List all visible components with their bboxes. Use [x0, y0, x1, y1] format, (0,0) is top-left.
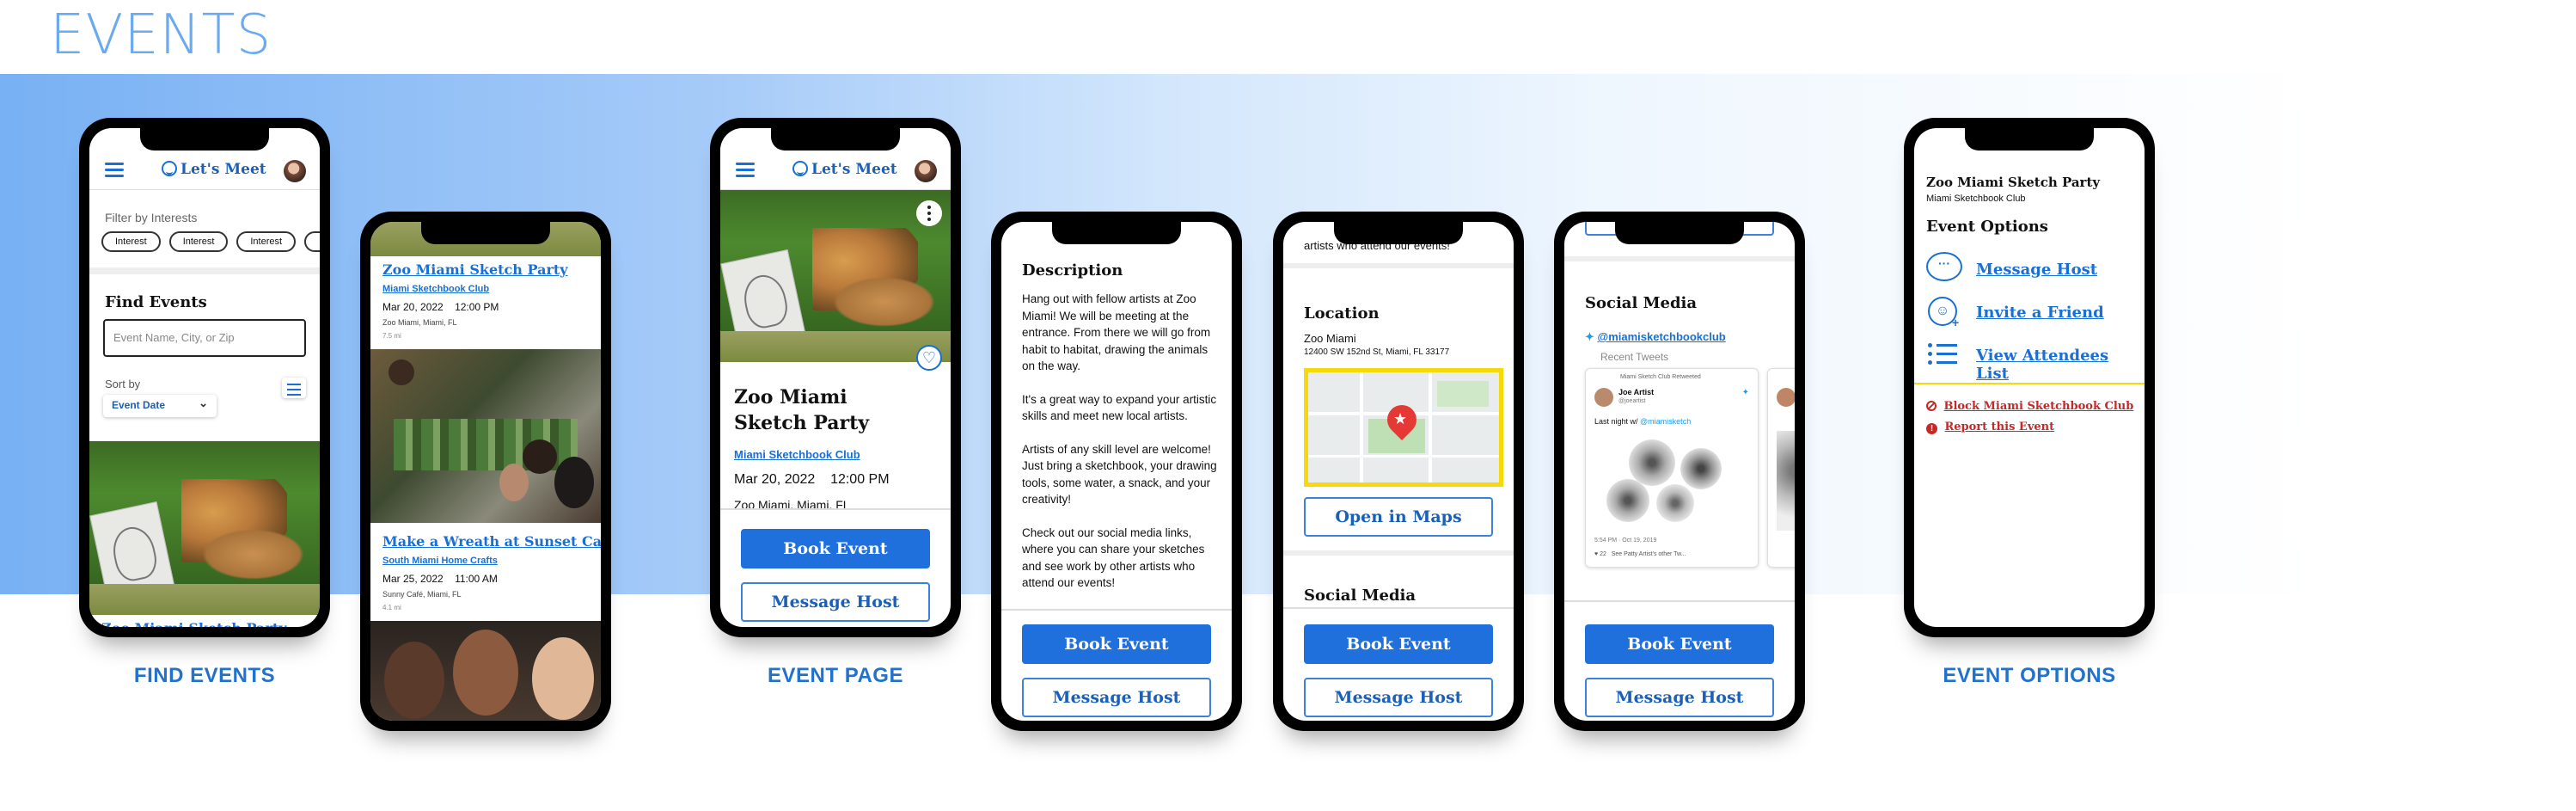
tweet-image-orchid	[1594, 431, 1749, 531]
book-event-button[interactable]: Book Event	[1585, 624, 1774, 664]
event-card-datetime: Mar 25, 2022 11:00 AM	[382, 573, 498, 585]
open-in-maps-button[interactable]: Open in Maps	[1304, 497, 1493, 537]
event-card-host[interactable]: South Miami Home Crafts	[382, 556, 498, 566]
interest-chip[interactable]: Interest	[236, 231, 297, 252]
social-media-heading: Social Media	[1585, 294, 1698, 312]
recent-tweets-label: Recent Tweets	[1600, 351, 1669, 363]
caption-find-events: FIND EVENTS	[133, 664, 276, 687]
message-host-button[interactable]: Message Host	[1585, 678, 1774, 717]
find-events-heading: Find Events	[105, 293, 207, 311]
phone-social-media: Social Media ✦ @miamisketchbookclub Rece…	[1554, 212, 1805, 731]
interest-chip[interactable]: Interest	[101, 231, 161, 252]
event-title: Zoo Miami Sketch Party	[734, 386, 870, 434]
event-datetime: Mar 20, 2022 12:00 PM	[734, 472, 890, 487]
list-icon	[1928, 343, 1957, 367]
options-event-title: Zoo Miami Sketch Party	[1926, 175, 2101, 190]
social-media-heading-cut: Social Media	[1304, 587, 1416, 602]
message-host-button[interactable]: Message Host	[741, 582, 930, 622]
options-host: Miami Sketchbook Club	[1926, 194, 2026, 204]
event-card-title[interactable]: Zoo Miami Sketch Party	[382, 261, 568, 278]
chat-bubble-icon: ···	[1926, 252, 1962, 281]
avatar	[1594, 388, 1613, 407]
phone-find-events: Let's Meet Filter by Interests Interest …	[79, 118, 330, 637]
page-title: EVENTS	[50, 3, 272, 67]
location-name: Zoo Miami	[1304, 332, 1356, 345]
event-image-wreath[interactable]	[370, 349, 601, 523]
interest-chip-partial[interactable]	[304, 231, 320, 252]
smile-icon	[792, 161, 808, 176]
more-options-icon[interactable]	[916, 200, 942, 226]
event-card-title[interactable]: Make a Wreath at Sunset Café	[382, 533, 601, 550]
event-card-title[interactable]: Zoo Miami Sketch Party	[101, 620, 287, 627]
event-image-lion[interactable]	[89, 441, 320, 615]
view-attendees-option[interactable]: View Attendees List	[1926, 340, 2141, 383]
phone-event-page: Let's Meet ♡ Zoo Miami Sketch Party Miam…	[710, 118, 961, 637]
event-card-datetime: Mar 20, 2022 12:00 PM	[382, 301, 499, 313]
event-image-people[interactable]	[370, 621, 601, 721]
location-heading: Location	[1304, 304, 1380, 323]
event-host-link[interactable]: Miami Sketchbook Club	[734, 448, 860, 461]
heart-icon[interactable]: ♡	[916, 345, 942, 371]
book-event-button[interactable]: Book Event	[1022, 624, 1211, 664]
description-heading: Description	[1022, 261, 1123, 280]
location-address: 12400 SW 152nd St, Miami, FL 33177	[1304, 347, 1450, 357]
caption-event-page: EVENT PAGE	[768, 664, 903, 687]
message-host-button[interactable]: Message Host	[1304, 678, 1493, 717]
book-event-button[interactable]: Book Event	[1304, 624, 1493, 664]
phone-event-options: Zoo Miami Sketch Party Miami Sketchbook …	[1904, 118, 2155, 637]
twitter-handle[interactable]: ✦ @miamisketchbookclub	[1585, 330, 1726, 344]
avatar[interactable]	[915, 160, 937, 182]
interest-chips: Interest Interest Interest	[101, 231, 320, 252]
tweet-card[interactable]: Miami Sketch Club Retweeted Joe Artist @…	[1585, 368, 1759, 568]
event-card-distance: 7.5 mi	[382, 332, 401, 340]
invite-friend-option[interactable]: ☺ + Invite a Friend	[1926, 295, 2141, 329]
caption-event-options: EVENT OPTIONS	[1943, 664, 2116, 687]
block-icon	[1926, 401, 1937, 411]
description-text: Hang out with fellow artists at Zoo Miam…	[1022, 292, 1217, 589]
location-map[interactable]: ★	[1304, 368, 1503, 487]
event-card-distance: 4.1 mi	[382, 604, 401, 611]
smile-icon	[162, 161, 177, 176]
block-host-option[interactable]: Block Miami Sketchbook Club	[1926, 398, 2133, 414]
twitter-icon: ✦	[1585, 330, 1598, 343]
interest-chip[interactable]: Interest	[168, 231, 229, 252]
menu-icon[interactable]	[105, 163, 124, 177]
search-input[interactable]: Event Name, City, or Zip	[103, 319, 306, 357]
event-card-place: Zoo Miami, Miami, FL	[382, 318, 457, 327]
sort-label: Sort by	[105, 378, 141, 390]
event-place: Zoo Miami, Miami, FL	[734, 498, 850, 508]
tweet-card-partial[interactable]	[1767, 368, 1795, 568]
phone-description: Description Hang out with fellow artists…	[991, 212, 1242, 731]
menu-icon[interactable]	[736, 163, 755, 177]
twitter-icon: ✦	[1741, 388, 1749, 397]
phone-location: artists who attend our events! Location …	[1273, 212, 1524, 731]
divider	[1914, 383, 2145, 384]
message-host-button[interactable]: Message Host	[1022, 678, 1211, 717]
report-event-option[interactable]: ! Report this Event	[1926, 419, 2054, 434]
phone-event-list: Zoo Miami Sketch Party Miami Sketchbook …	[360, 212, 611, 731]
event-options-heading: Event Options	[1926, 218, 2048, 236]
event-card-place: Sunny Café, Miami, FL	[382, 590, 462, 599]
star-icon: ★	[1393, 410, 1408, 427]
app-logo[interactable]: Let's Meet	[162, 161, 266, 178]
chevron-down-icon: ⌄	[199, 396, 208, 409]
book-event-button[interactable]: Book Event	[741, 529, 930, 568]
app-logo[interactable]: Let's Meet	[792, 161, 897, 178]
message-host-option[interactable]: ··· Message Host	[1926, 252, 2141, 286]
filter-settings-icon[interactable]	[282, 378, 306, 398]
filter-label: Filter by Interests	[105, 211, 198, 224]
alert-icon: !	[1926, 423, 1937, 434]
sort-select[interactable]: Event Date ⌄	[103, 395, 217, 417]
avatar[interactable]	[284, 160, 306, 182]
event-card-host[interactable]: Miami Sketchbook Club	[382, 284, 489, 294]
